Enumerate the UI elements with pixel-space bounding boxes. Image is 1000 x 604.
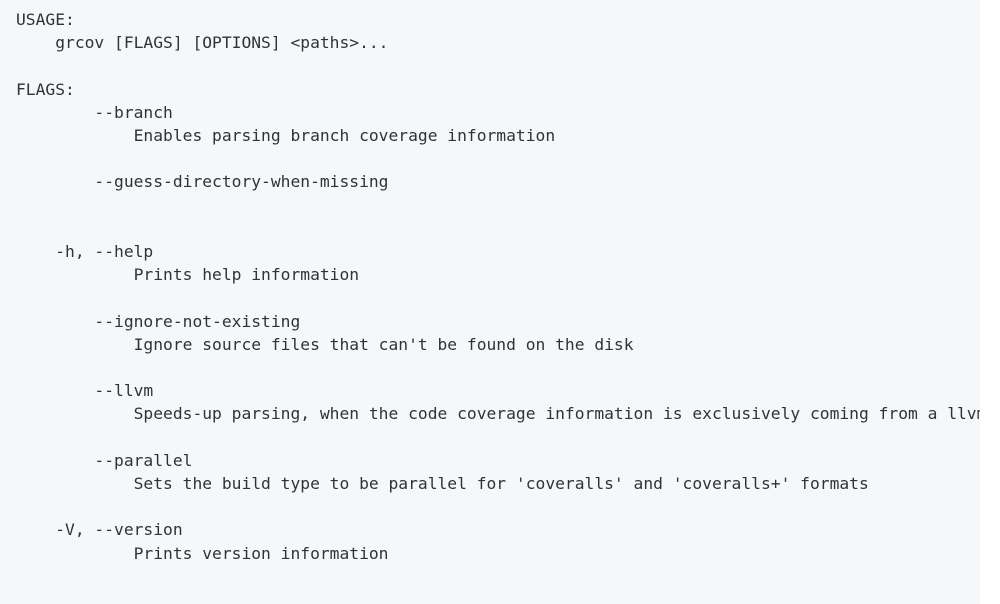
cli-help-code-block: USAGE: grcov [FLAGS] [OPTIONS] <paths>..… — [0, 0, 980, 604]
output-line-blank — [16, 286, 980, 309]
output-line-blank — [16, 426, 980, 449]
output-line: --ignore-not-existing — [16, 311, 301, 331]
output-line: Enables parsing branch coverage informat… — [16, 126, 556, 145]
output-line: --branch — [16, 102, 173, 122]
output-line: USAGE: — [16, 10, 75, 29]
output-line-blank — [16, 147, 980, 170]
output-line: Prints help information — [16, 265, 360, 285]
output-line: -V, --version — [16, 520, 183, 540]
output-line: grcov [FLAGS] [OPTIONS] <paths>... — [16, 33, 389, 53]
output-line: Speeds-up parsing, when the code coverag… — [16, 404, 980, 424]
output-line: -h, --help — [16, 241, 154, 261]
output-line: Sets the build type to be parallel for '… — [16, 473, 869, 493]
output-line-blank — [16, 495, 980, 518]
output-line: Ignore source files that can't be found … — [16, 334, 634, 354]
output-line: --llvm — [16, 381, 154, 401]
output-line-blank — [16, 194, 980, 217]
output-line: --parallel — [16, 450, 193, 470]
output-line-blank — [16, 54, 980, 77]
output-line-blank — [16, 217, 980, 240]
output-line: --guess-directory-when-missing — [16, 172, 389, 192]
output-line: FLAGS: — [16, 79, 75, 99]
output-line-blank — [16, 356, 980, 379]
output-line: Prints version information — [16, 543, 389, 563]
cli-help-output-text: USAGE: grcov [FLAGS] [OPTIONS] <paths>..… — [0, 0, 980, 565]
